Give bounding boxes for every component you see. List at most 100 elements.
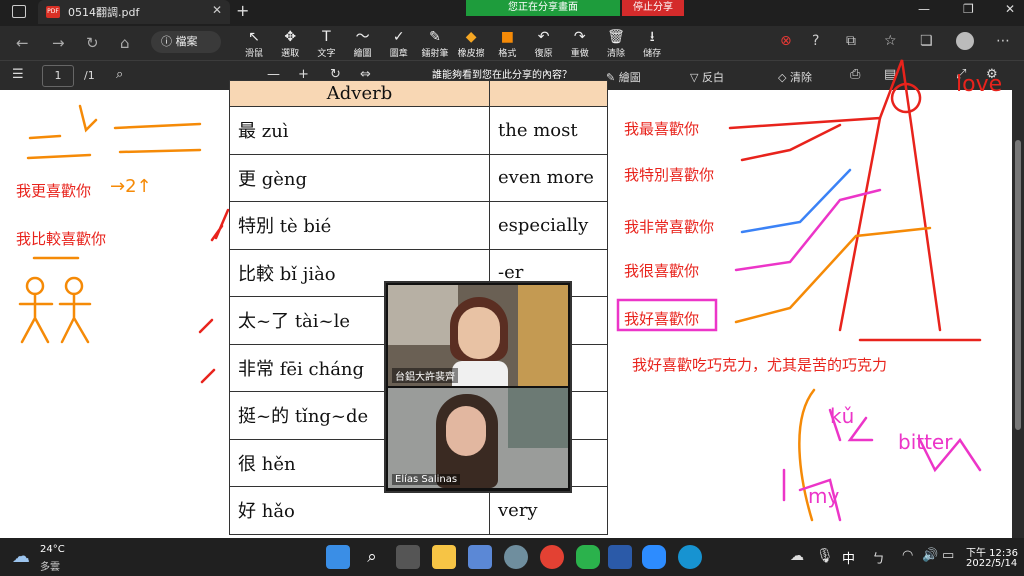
table-row: 最 zuì the most — [229, 106, 608, 155]
scrollbar[interactable] — [1012, 90, 1024, 538]
edge-icon[interactable] — [678, 545, 702, 569]
tool-label: 儲存 — [643, 49, 662, 59]
tool-6-button[interactable]: ◆ 橡皮擦 — [453, 29, 489, 59]
tool-3-button[interactable]: 〜繪圖 — [345, 29, 381, 59]
clock-date[interactable]: 2022/5/14 — [966, 558, 1017, 569]
cloud-tray-icon[interactable]: ☁ — [790, 548, 804, 564]
tool-label: 文字 — [317, 49, 336, 59]
table-header-empty — [489, 80, 608, 107]
collections-icon[interactable]: ❏ — [920, 33, 933, 49]
minimize-button[interactable]: — — [918, 2, 930, 16]
tool-4-button[interactable]: ✓ 圖章 — [381, 29, 417, 59]
pinyin: hǎo — [261, 501, 295, 523]
forward-icon[interactable]: → — [52, 34, 65, 52]
wooden-door — [518, 285, 568, 386]
tool-8-button[interactable]: ↶ 復原 — [526, 29, 562, 59]
pdf-tab[interactable]: PDF 0514翻調.pdf ✕ — [38, 0, 230, 24]
close-annotation-icon[interactable]: ⊗ — [780, 33, 792, 49]
share-status-label: 您正在分享畫面 — [508, 2, 578, 13]
extensions-icon[interactable]: ⧉ — [846, 33, 856, 49]
weather-icon[interactable]: ☁ — [12, 546, 30, 567]
tool-7-button[interactable]: ■ 格式 — [489, 29, 525, 59]
profile-avatar[interactable] — [956, 32, 974, 50]
tool-1-button[interactable]: ✥ 選取 — [272, 29, 308, 59]
pinyin: gèng — [261, 168, 308, 190]
scrollbar-thumb[interactable] — [1015, 140, 1021, 430]
draw-button[interactable]: ✎ 繪圖 — [606, 69, 641, 85]
app-icon[interactable] — [504, 545, 528, 569]
hanzi: 好 — [238, 501, 256, 523]
pinyin: tǐng~de — [294, 406, 369, 428]
stop-share-label: 停止分享 — [633, 2, 673, 13]
info-icon: ⓘ — [161, 35, 176, 48]
new-tab-button[interactable]: + — [236, 1, 249, 20]
line-icon[interactable] — [576, 545, 600, 569]
tab-actions-icon[interactable] — [12, 5, 26, 18]
video-participant-1: 台鋁大許裴齊 — [388, 285, 568, 386]
tool-icon: 🗑 — [607, 29, 625, 45]
table-row: 好 hǎo very — [229, 486, 608, 535]
tool-10-button[interactable]: 🗑 清除 — [598, 29, 634, 59]
sharing-status: 您正在分享畫面 — [466, 0, 620, 16]
hanzi: 更 — [238, 168, 256, 190]
english-cell: especially — [489, 201, 608, 250]
participant-1-name: 台鋁大許裴齊 — [392, 368, 458, 383]
draw-label: 繪圖 — [618, 71, 641, 84]
highlight-button[interactable]: ▽ 反白 — [690, 69, 724, 85]
hanzi-pinyin-cell: 好 hǎo — [229, 486, 490, 535]
search-icon[interactable]: ⌕ — [116, 67, 123, 82]
tool-5-button[interactable]: ✎ 鐳射筆 — [417, 29, 453, 59]
favorites-icon[interactable]: ☆ — [884, 33, 897, 49]
highlight-label: 反白 — [701, 71, 724, 84]
weather-desc: 多雲 — [40, 562, 60, 573]
refresh-icon[interactable]: ↻ — [86, 34, 99, 52]
note-bijiao: 我比較喜歡你 — [16, 230, 107, 248]
address-bar[interactable]: ⓘ 檔案 — [151, 31, 221, 53]
note-arrow: →2↑ — [110, 176, 152, 197]
contents-icon[interactable]: ☰ — [12, 67, 24, 82]
address-label: 檔案 — [175, 35, 198, 48]
tool-icon: ↶ — [537, 29, 550, 45]
tool-label: 滑鼠 — [244, 49, 263, 59]
help-icon[interactable]: ? — [812, 33, 819, 49]
close-window-button[interactable]: ✕ — [1005, 2, 1015, 16]
video-panel[interactable]: 台鋁大許裴齊 Elías Salinas — [384, 281, 572, 493]
stop-share-button[interactable]: 停止分享 — [622, 0, 684, 16]
note-hen: 我很喜歡你 — [624, 262, 700, 280]
hanzi: 非常 — [238, 358, 274, 380]
speaker-icon[interactable]: 🔊 — [922, 548, 938, 563]
microphone-icon[interactable]: 🎙 — [816, 548, 834, 564]
tool-2-button[interactable]: T 文字 — [308, 29, 344, 59]
erase-button[interactable]: ◇ 清除 — [778, 69, 812, 85]
page-number-input[interactable]: 1 — [42, 65, 74, 87]
print-icon[interactable]: ⎙ — [850, 67, 860, 82]
chrome-icon[interactable] — [540, 545, 564, 569]
tool-0-button[interactable]: ↖ 滑鼠 — [236, 29, 272, 59]
tool-icon: ↖ — [248, 29, 260, 45]
maximize-button[interactable]: ❐ — [963, 2, 974, 16]
store-icon[interactable] — [468, 545, 492, 569]
save-icon[interactable]: ▤ — [884, 67, 896, 82]
file-explorer-icon[interactable] — [432, 545, 456, 569]
whiteboard-left — [0, 90, 109, 538]
whiteboard-right — [900, 90, 1012, 538]
back-icon[interactable]: ← — [16, 34, 29, 52]
note-sentence: 我好喜歡吃巧克力，尤其是苦的巧克力 — [632, 356, 888, 374]
ime-mode-icon[interactable]: ㄅ — [872, 548, 885, 567]
clock-time[interactable]: 下午 12:36 — [966, 544, 1018, 559]
pinyin: hěn — [261, 453, 296, 475]
zoom-icon[interactable] — [642, 545, 666, 569]
search-taskbar-icon[interactable]: ⌕ — [360, 545, 384, 569]
word-icon[interactable] — [608, 545, 632, 569]
tool-11-button[interactable]: ⭳ 儲存 — [634, 29, 670, 59]
tool-9-button[interactable]: ↷ 重做 — [562, 29, 598, 59]
task-view-icon[interactable] — [396, 545, 420, 569]
close-tab-icon[interactable]: ✕ — [212, 3, 222, 17]
start-icon[interactable] — [326, 545, 350, 569]
note-bitter: bitter — [898, 430, 953, 454]
battery-icon[interactable]: ▭ — [942, 548, 954, 563]
wifi-icon[interactable]: ◠ — [902, 548, 913, 563]
ime-indicator[interactable]: 中 — [842, 548, 855, 567]
more-options-icon[interactable]: ⋯ — [996, 33, 1010, 49]
home-icon[interactable]: ⌂ — [120, 34, 130, 52]
